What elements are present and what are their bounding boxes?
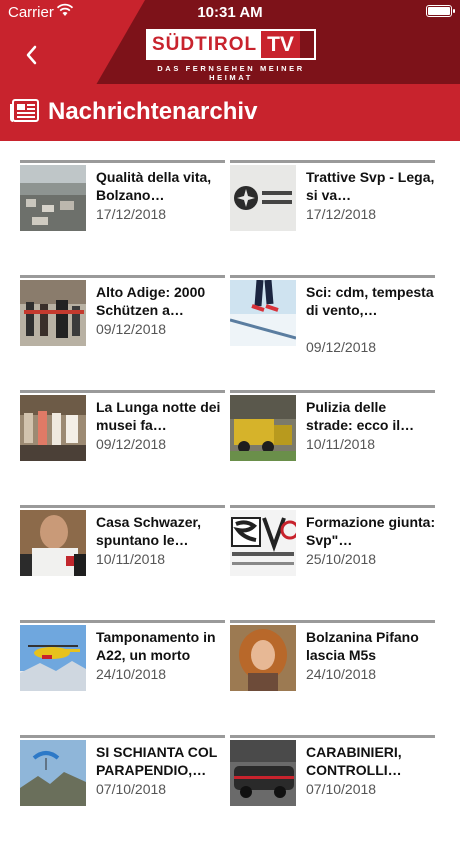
article-thumbnail (20, 740, 86, 806)
card-divider (230, 160, 435, 163)
article-headline: Alto Adige: 2000 Schützen a… (96, 284, 206, 318)
article-headline: Casa Schwazer, spuntano le… (96, 514, 202, 548)
article-thumbnail (20, 625, 86, 691)
article-thumbnail (230, 625, 296, 691)
clock: 10:31 AM (197, 4, 263, 21)
section-header: Nachrichtenarchiv (0, 84, 460, 141)
article-thumbnail (230, 510, 296, 576)
article-thumbnail (230, 395, 296, 461)
card-divider (230, 735, 435, 738)
article-card[interactable]: CARABINIERI, CONTROLLI… 07/10/2018 (230, 735, 435, 845)
article-date: 24/10/2018 (306, 666, 377, 682)
back-button[interactable] (24, 44, 48, 68)
app-header: Carrier 10:31 AM SÜDTIROL TV DAS FERNSEH… (0, 0, 460, 84)
article-card[interactable]: Sci: cdm, tempesta di vento,… 09/12/2018 (230, 275, 435, 385)
article-thumbnail (230, 165, 296, 231)
article-date: 09/12/2018 (96, 436, 167, 452)
card-divider (20, 160, 225, 163)
article-date: 24/10/2018 (96, 666, 167, 682)
article-headline: Tamponamento in A22, un morto (96, 629, 216, 663)
chevron-left-icon (26, 45, 37, 65)
card-divider (20, 275, 225, 278)
logo-text-right: TV (261, 31, 300, 58)
article-date: 10/11/2018 (306, 436, 376, 452)
article-date: 07/10/2018 (96, 781, 167, 797)
article-card[interactable]: La Lunga notte dei musei fa… 09/12/2018 (20, 390, 225, 500)
article-headline: La Lunga notte dei musei fa… (96, 399, 221, 433)
article-card[interactable]: Tamponamento in A22, un morto 24/10/2018 (20, 620, 225, 730)
article-card[interactable]: Trattive Svp - Lega, si va… 17/12/2018 (230, 160, 435, 270)
article-card[interactable]: Qualità della vita, Bolzano… 17/12/2018 (20, 160, 225, 270)
article-date: 09/12/2018 (96, 321, 167, 337)
article-date: 09/12/2018 (306, 339, 377, 355)
suedtirol-tv-logo: SÜDTIROL TV DAS FERNSEHEN MEINER HEIMAT (146, 29, 316, 82)
article-thumbnail (20, 395, 86, 461)
article-date: 17/12/2018 (306, 206, 377, 222)
article-card[interactable]: Bolzanina Pifano lascia M5s 24/10/2018 (230, 620, 435, 730)
card-divider (230, 275, 435, 278)
article-card[interactable]: SI SCHIANTA COL PARAPENDIO,… 07/10/2018 (20, 735, 225, 845)
card-divider (20, 390, 225, 393)
card-divider (230, 390, 435, 393)
article-thumbnail (20, 165, 86, 231)
article-date: 25/10/2018 (306, 551, 377, 567)
article-thumbnail (230, 740, 296, 806)
article-card[interactable]: Alto Adige: 2000 Schützen a… 09/12/2018 (20, 275, 225, 385)
article-thumbnail (20, 510, 86, 576)
article-headline: Sci: cdm, tempesta di vento,… (306, 284, 434, 318)
article-headline: Formazione giunta: Svp"… (306, 514, 436, 548)
article-date: 17/12/2018 (96, 206, 167, 222)
article-date: 10/11/2018 (96, 551, 166, 567)
page-title: Nachrichtenarchiv (48, 98, 258, 125)
card-divider (20, 620, 225, 623)
card-divider (20, 735, 225, 738)
article-date: 07/10/2018 (306, 781, 377, 797)
card-divider (20, 505, 225, 508)
article-headline: Qualità della vita, Bolzano… (96, 169, 212, 203)
article-thumbnail (20, 280, 86, 346)
article-card[interactable]: Formazione giunta: Svp"… 25/10/2018 (230, 505, 435, 615)
article-card[interactable]: Pulizia delle strade: ecco il… 10/11/201… (230, 390, 435, 500)
article-headline: Trattive Svp - Lega, si va… (306, 169, 435, 203)
article-headline: SI SCHIANTA COL PARAPENDIO,… (96, 744, 218, 778)
article-headline: Bolzanina Pifano lascia M5s (306, 629, 419, 663)
logo-text-left: SÜDTIROL (148, 31, 262, 58)
card-divider (230, 620, 435, 623)
article-headline: Pulizia delle strade: ecco il… (306, 399, 415, 433)
card-divider (230, 505, 435, 508)
article-thumbnail (230, 280, 296, 346)
newspaper-icon (10, 99, 39, 123)
logo-tagline: DAS FERNSEHEN MEINER HEIMAT (157, 64, 305, 82)
status-bar: Carrier 10:31 AM (0, 0, 460, 24)
article-card[interactable]: Casa Schwazer, spuntano le… 10/11/2018 (20, 505, 225, 615)
battery-icon (426, 5, 455, 17)
article-headline: CARABINIERI, CONTROLLI… (306, 744, 402, 778)
